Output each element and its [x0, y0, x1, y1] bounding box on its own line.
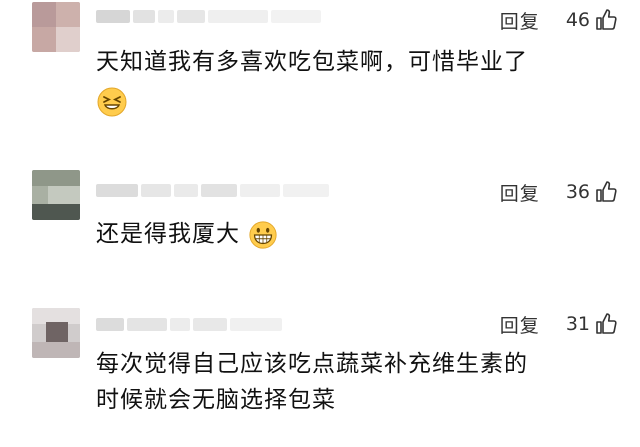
comment-line: 天知道我有多喜欢吃包菜啊，可惜毕业了 [96, 49, 528, 75]
like-count: 36 [565, 181, 590, 203]
comment-actions: 回复 46 [500, 7, 618, 34]
comment-text: 每次觉得自己应该吃点蔬菜补充维生素的 时候就会无脑选择包菜 [96, 346, 528, 418]
like-count: 46 [565, 9, 590, 31]
thumbs-up-icon[interactable] [594, 180, 618, 204]
comment-line: 每次觉得自己应该吃点蔬菜补充维生素的 [96, 351, 528, 377]
comment-item: 回复 36 还是得我厦大 [0, 168, 640, 288]
grinning-squint-face-emoji [96, 86, 128, 118]
grinning-face-emoji [249, 220, 277, 249]
comment-item: 回复 31 每次觉得自己应该吃点蔬菜补充维生素的 时候就会无脑选择包菜 [0, 300, 640, 447]
username-blurred[interactable] [96, 8, 321, 24]
like-count: 31 [565, 313, 590, 335]
reply-button[interactable]: 回复 [500, 7, 540, 34]
avatar[interactable] [32, 308, 80, 358]
comment-line: 还是得我厦大 [96, 221, 240, 247]
username-blurred[interactable] [96, 182, 329, 198]
thumbs-up-icon[interactable] [594, 8, 618, 32]
comment-text: 还是得我厦大 [96, 216, 278, 252]
reply-button[interactable]: 回复 [500, 311, 540, 338]
avatar[interactable] [32, 2, 80, 52]
comment-item: 回复 46 天知道我有多喜欢吃包菜啊，可惜毕业了 [0, 0, 640, 150]
comment-text: 天知道我有多喜欢吃包菜啊，可惜毕业了 [96, 44, 528, 80]
avatar[interactable] [32, 170, 80, 220]
comment-actions: 回复 31 [500, 311, 618, 338]
reply-button[interactable]: 回复 [500, 179, 540, 206]
thumbs-up-icon[interactable] [594, 312, 618, 336]
comment-line: 时候就会无脑选择包菜 [96, 387, 336, 413]
comment-actions: 回复 36 [500, 179, 618, 206]
username-blurred[interactable] [96, 316, 282, 332]
